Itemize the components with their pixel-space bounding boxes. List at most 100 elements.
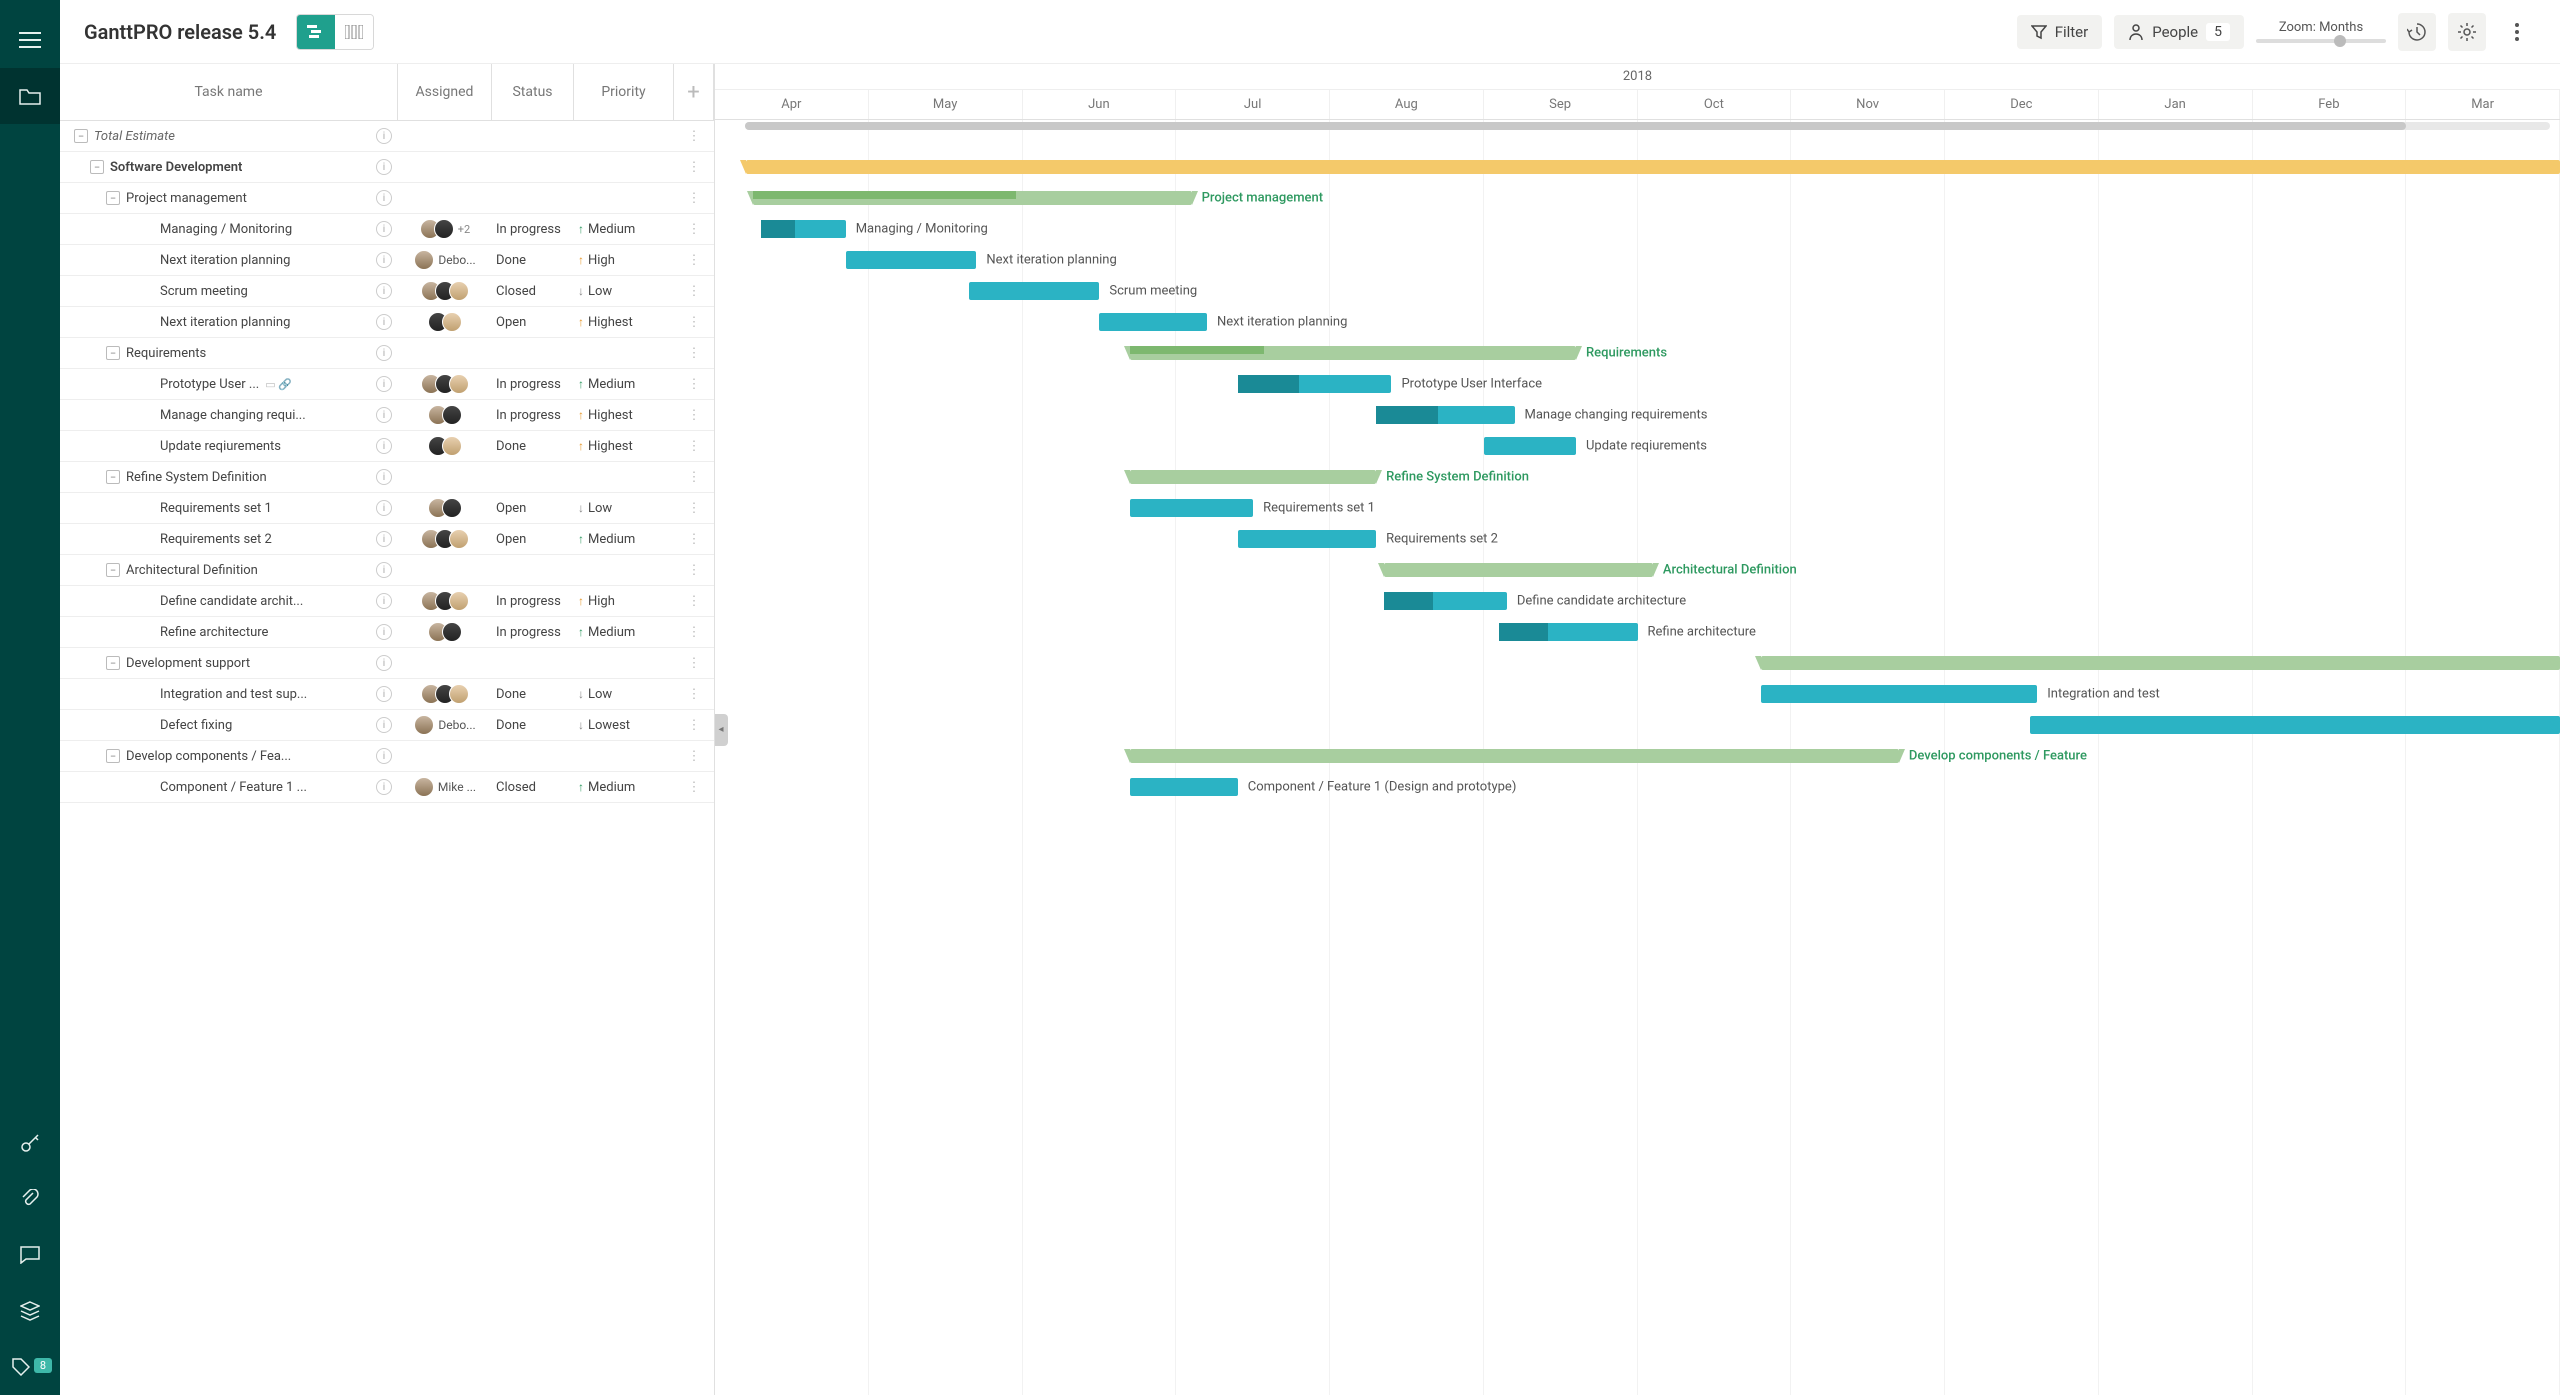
info-icon[interactable]: i (376, 531, 392, 547)
info-icon[interactable]: i (376, 407, 392, 423)
collapse-icon[interactable]: − (106, 191, 120, 205)
col-priority[interactable]: Priority (574, 64, 674, 120)
gantt-bar[interactable]: Scrum meeting (969, 282, 1100, 300)
info-icon[interactable]: i (376, 779, 392, 795)
info-icon[interactable]: i (376, 159, 392, 175)
task-row[interactable]: − Develop components / Fea... i ⋮ (60, 741, 714, 772)
collapse-icon[interactable]: − (90, 160, 104, 174)
gantt-bar[interactable]: Develop components / Feature (1130, 749, 1899, 763)
info-icon[interactable]: i (376, 438, 392, 454)
row-more-icon[interactable]: ⋮ (674, 346, 714, 361)
gantt-bar[interactable]: Managing / Monitoring (761, 220, 846, 238)
attachment-icon[interactable] (0, 1171, 60, 1227)
gantt-bar[interactable]: Software Development (746, 160, 2560, 174)
task-row[interactable]: Component / Feature 1 ... i Mike ... Clo… (60, 772, 714, 803)
status-cell[interactable]: In progress (492, 377, 574, 392)
status-cell[interactable]: Done (492, 687, 574, 702)
task-row[interactable]: − Architectural Definition i ⋮ (60, 555, 714, 586)
assigned-cell[interactable] (398, 436, 492, 456)
info-icon[interactable]: i (376, 283, 392, 299)
gantt-bar[interactable] (2030, 716, 2560, 734)
key-icon[interactable] (0, 1115, 60, 1171)
row-more-icon[interactable]: ⋮ (674, 563, 714, 578)
row-more-icon[interactable]: ⋮ (674, 656, 714, 671)
task-row[interactable]: Requirements set 2 i Open ↑ Medium ⋮ (60, 524, 714, 555)
gantt-bar[interactable]: Integration and test (1761, 685, 2038, 703)
more-icon[interactable] (2498, 13, 2536, 51)
row-more-icon[interactable]: ⋮ (674, 470, 714, 485)
row-more-icon[interactable]: ⋮ (674, 501, 714, 516)
info-icon[interactable]: i (376, 469, 392, 485)
task-row[interactable]: Refine architecture i In progress ↑ Medi… (60, 617, 714, 648)
collapse-icon[interactable]: − (106, 470, 120, 484)
task-row[interactable]: Requirements set 1 i Open ↓ Low ⋮ (60, 493, 714, 524)
row-more-icon[interactable]: ⋮ (674, 191, 714, 206)
priority-cell[interactable]: ↓ Lowest (574, 718, 674, 733)
gantt-bar[interactable]: Requirements set 2 (1238, 530, 1376, 548)
info-icon[interactable]: i (376, 345, 392, 361)
info-icon[interactable]: i (376, 593, 392, 609)
status-cell[interactable]: Done (492, 253, 574, 268)
assigned-cell[interactable] (398, 281, 492, 301)
row-more-icon[interactable]: ⋮ (674, 315, 714, 330)
row-more-icon[interactable]: ⋮ (674, 408, 714, 423)
assigned-cell[interactable] (398, 405, 492, 425)
priority-cell[interactable]: ↑ Medium (574, 780, 674, 795)
gantt-body[interactable]: Software DevelopmentProject managementMa… (715, 120, 2560, 1395)
status-cell[interactable]: In progress (492, 222, 574, 237)
collapse-icon[interactable]: − (106, 563, 120, 577)
row-more-icon[interactable]: ⋮ (674, 625, 714, 640)
info-icon[interactable]: i (376, 314, 392, 330)
comment-icon[interactable] (0, 1227, 60, 1283)
gantt-bar[interactable]: Architectural Definition (1384, 563, 1653, 577)
row-more-icon[interactable]: ⋮ (674, 749, 714, 764)
collapse-grid-handle[interactable]: ◂ (715, 714, 728, 746)
people-button[interactable]: People 5 (2114, 15, 2244, 49)
row-more-icon[interactable]: ⋮ (674, 780, 714, 795)
gantt-bar[interactable]: Prototype User Interface (1238, 375, 1392, 393)
task-row[interactable]: Scrum meeting i Closed ↓ Low ⋮ (60, 276, 714, 307)
status-cell[interactable]: In progress (492, 408, 574, 423)
info-icon[interactable]: i (376, 190, 392, 206)
info-icon[interactable]: i (376, 748, 392, 764)
status-cell[interactable]: Done (492, 439, 574, 454)
info-icon[interactable]: i (376, 252, 392, 268)
task-row[interactable]: − Requirements i ⋮ (60, 338, 714, 369)
settings-icon[interactable] (2448, 13, 2486, 51)
info-icon[interactable]: i (376, 500, 392, 516)
priority-cell[interactable]: ↑ Highest (574, 315, 674, 330)
gantt-bar[interactable]: Refine architecture (1499, 623, 1637, 641)
task-row[interactable]: Next iteration planning i Open ↑ Highest… (60, 307, 714, 338)
row-more-icon[interactable]: ⋮ (674, 718, 714, 733)
info-icon[interactable]: i (376, 686, 392, 702)
timeline-scrollbar[interactable] (745, 122, 2550, 130)
priority-cell[interactable]: ↑ Highest (574, 439, 674, 454)
info-icon[interactable]: i (376, 128, 392, 144)
collapse-icon[interactable]: − (106, 656, 120, 670)
task-row[interactable]: Integration and test sup... i Done ↓ Low… (60, 679, 714, 710)
history-icon[interactable] (2398, 13, 2436, 51)
row-more-icon[interactable]: ⋮ (674, 594, 714, 609)
assigned-cell[interactable]: Debo... (398, 250, 492, 270)
status-cell[interactable]: In progress (492, 625, 574, 640)
col-task-name[interactable]: Task name (60, 64, 398, 120)
priority-cell[interactable]: ↑ Medium (574, 222, 674, 237)
add-column-button[interactable]: + (674, 64, 714, 120)
zoom-control[interactable]: Zoom: Months (2256, 20, 2386, 43)
priority-cell[interactable]: ↑ Highest (574, 408, 674, 423)
status-cell[interactable]: Closed (492, 284, 574, 299)
priority-cell[interactable]: ↑ High (574, 253, 674, 268)
collapse-icon[interactable]: − (74, 129, 88, 143)
assigned-cell[interactable] (398, 374, 492, 394)
layers-icon[interactable] (0, 1283, 60, 1339)
assigned-cell[interactable]: +2 (398, 219, 492, 239)
task-row[interactable]: − Total Estimate i ⋮ (60, 121, 714, 152)
gantt-bar[interactable]: Refine System Definition (1130, 470, 1376, 484)
info-icon[interactable]: i (376, 655, 392, 671)
row-more-icon[interactable]: ⋮ (674, 284, 714, 299)
row-more-icon[interactable]: ⋮ (674, 253, 714, 268)
gantt-bar[interactable]: Requirements (1130, 346, 1576, 360)
assigned-cell[interactable]: Debo... (398, 715, 492, 735)
priority-cell[interactable]: ↓ Low (574, 687, 674, 702)
info-icon[interactable]: i (376, 562, 392, 578)
